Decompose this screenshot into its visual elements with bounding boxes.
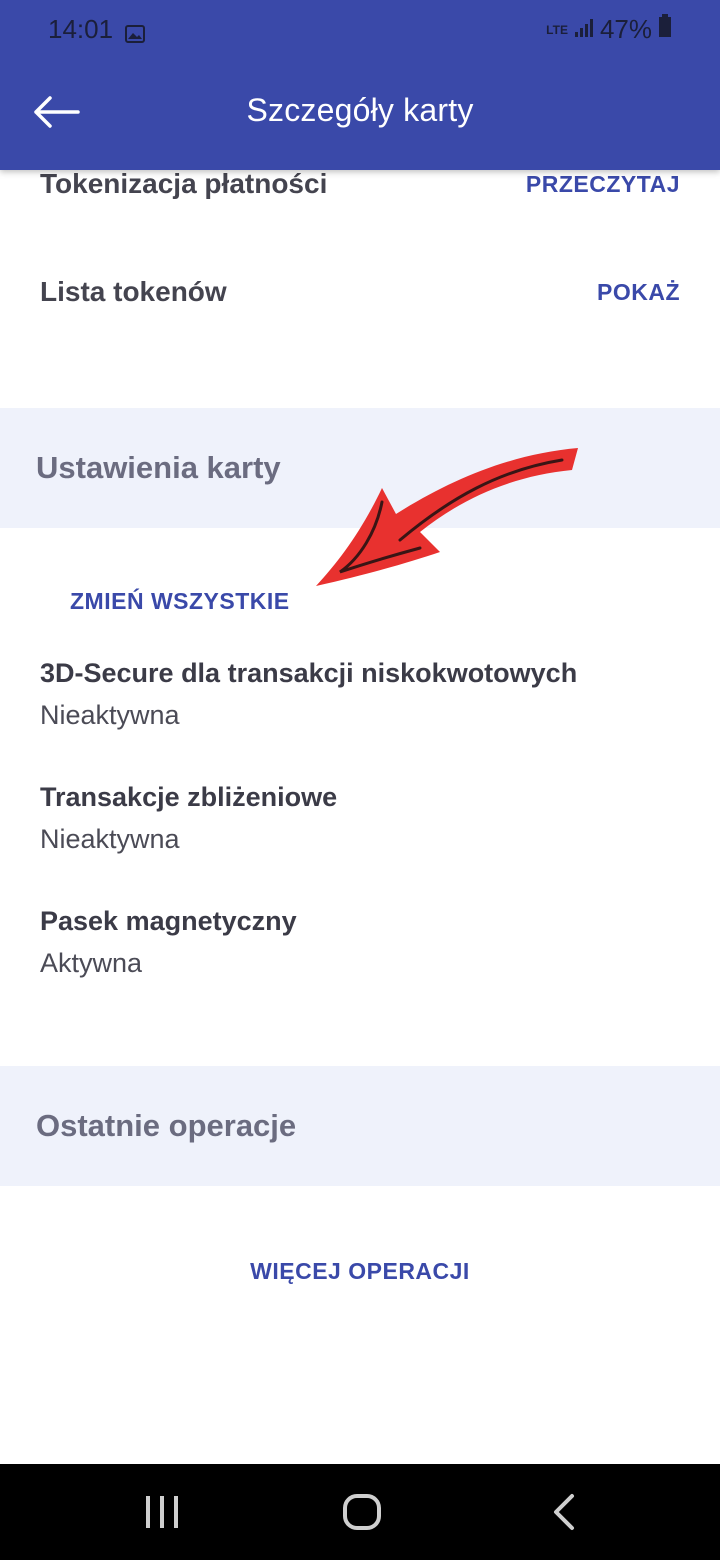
home-icon[interactable] [342,1492,382,1537]
title-row: Szczegóły karty [0,80,720,144]
setting-3ds[interactable]: 3D-Secure dla transakcji niskokwotowych … [40,656,577,732]
recent-operations-header: Ostatnie operacje [0,1066,720,1186]
more-operations-button[interactable]: WIĘCEJ OPERACJI [250,1258,470,1284]
battery-icon [658,14,672,45]
setting-magstripe[interactable]: Pasek magnetyczny Aktywna [40,904,297,980]
change-all-button[interactable]: ZMIEŃ WSZYSTKIE [70,588,290,615]
image-notification-icon [125,19,145,50]
back-nav-icon[interactable] [550,1492,578,1537]
tokenization-label: Tokenizacja płatności [40,168,328,199]
setting-3ds-name: 3D-Secure dla transakcji niskokwotowych [40,658,578,688]
status-right: LTE 47% [546,14,672,45]
battery-percent: 47% [599,14,652,44]
show-button[interactable]: POKAŻ [597,279,680,306]
signal-icon [574,14,594,45]
setting-magstripe-state: Aktywna [40,948,143,978]
tokenization-row: Tokenizacja płatności PRZECZYTAJ [40,168,680,200]
recent-apps-icon[interactable] [144,1492,180,1537]
setting-contactless-name: Transakcje zbliżeniowe [40,782,338,812]
setting-contactless-state: Nieaktywna [40,824,180,854]
page-title: Szczegóły karty [246,92,474,128]
card-settings-title: Ustawienia karty [36,450,281,485]
app-bar: 14:01 LTE 47% Szczegóły karty [0,0,720,170]
system-nav-bar [0,1464,720,1560]
read-button[interactable]: PRZECZYTAJ [526,171,680,198]
recent-operations-title: Ostatnie operacje [36,1108,297,1143]
token-list-label: Lista tokenów [40,276,227,307]
more-operations-wrap: WIĘCEJ OPERACJI [0,1258,720,1285]
token-list-row: Lista tokenów POKAŻ [40,276,680,308]
setting-magstripe-name: Pasek magnetyczny [40,906,297,936]
network-type: LTE [546,22,568,37]
annotation-arrow-icon [300,440,600,600]
status-bar: 14:01 LTE 47% [0,14,720,46]
setting-contactless[interactable]: Transakcje zbliżeniowe Nieaktywna [40,780,337,856]
setting-3ds-state: Nieaktywna [40,700,180,730]
status-time: 14:01 [48,14,114,44]
